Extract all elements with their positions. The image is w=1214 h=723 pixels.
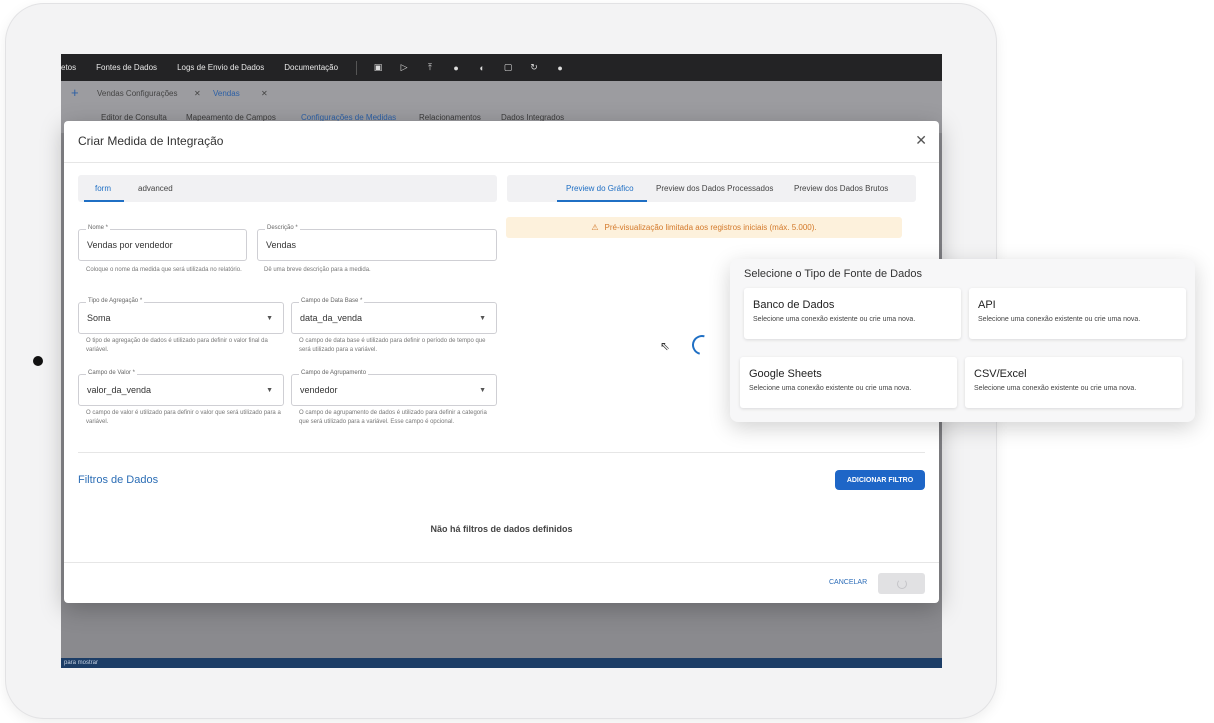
- datasource-panel-title: Selecione o Tipo de Fonte de Dados: [744, 268, 922, 280]
- close-icon[interactable]: ✕: [261, 89, 268, 98]
- divider: [64, 162, 939, 163]
- tablet-camera: [33, 356, 43, 366]
- loading-spinner: [688, 331, 716, 359]
- data-base-label: Campo de Data Base *: [299, 298, 365, 304]
- add-filter-button[interactable]: ADICIONAR FILTRO: [835, 470, 925, 490]
- loading-spinner: [896, 578, 907, 589]
- nav-item-documentacao[interactable]: Documentação: [274, 63, 348, 72]
- agregacao-label: Tipo de Agregação *: [86, 298, 145, 304]
- option-title: CSV/Excel: [974, 368, 1027, 380]
- save-icon[interactable]: ▣: [365, 62, 391, 73]
- warning-text: Pré-visualização limitada aos registros …: [604, 223, 817, 232]
- descricao-help: Dê uma breve descrição para a medida.: [264, 267, 371, 273]
- tab-vendas[interactable]: Vendas: [213, 89, 240, 98]
- datasource-option-google-sheets[interactable]: Google Sheets Selecione uma conexão exis…: [740, 357, 957, 408]
- bottom-status-bar: para mostrar: [61, 658, 942, 668]
- preview-warning-banner: ⚠ Pré-visualização limitada aos registro…: [506, 217, 902, 238]
- agregacao-help: O tipo de agregação de dados é utilizado…: [86, 338, 268, 353]
- agrupamento-label: Campo de Agrupamento: [299, 370, 369, 376]
- nome-help: Coloque o nome da medida que será utiliz…: [86, 267, 242, 273]
- option-description: Selecione uma conexão existente ou crie …: [974, 385, 1137, 392]
- descricao-value: Vendas: [266, 240, 297, 250]
- valor-value: valor_da_venda: [87, 385, 152, 395]
- datasource-option-api[interactable]: API Selecione uma conexão existente ou c…: [969, 288, 1186, 339]
- option-description: Selecione uma conexão existente ou crie …: [749, 385, 912, 392]
- form-tabs: form advanced: [78, 175, 497, 202]
- chat-icon[interactable]: ▢: [495, 62, 521, 73]
- dialog-title: Criar Medida de Integração: [78, 134, 224, 148]
- option-description: Selecione uma conexão existente ou crie …: [978, 316, 1141, 323]
- chevron-down-icon: ▼: [479, 387, 486, 394]
- datasource-option-csv-excel[interactable]: CSV/Excel Selecione uma conexão existent…: [965, 357, 1182, 408]
- descricao-label: Descrição *: [265, 225, 300, 231]
- data-base-help: O campo de data base é utilizado para de…: [299, 338, 486, 353]
- option-title: Google Sheets: [749, 368, 822, 380]
- data-base-select[interactable]: Campo de Data Base * data_da_venda ▼: [291, 298, 497, 334]
- contrast-icon[interactable]: ◐: [469, 63, 495, 73]
- save-button[interactable]: [878, 573, 925, 594]
- option-description: Selecione uma conexão existente ou crie …: [753, 316, 916, 323]
- chevron-down-icon: ▼: [266, 315, 273, 322]
- active-tab-indicator: [84, 200, 124, 202]
- nav-item-fontes-de-dados[interactable]: Fontes de Dados: [86, 63, 167, 72]
- no-filters-message: Não há filtros de dados definidos: [430, 524, 573, 534]
- divider: [78, 452, 925, 453]
- user-icon[interactable]: ●: [547, 63, 573, 73]
- close-icon[interactable]: ✕: [915, 132, 927, 149]
- nome-label: Nome *: [86, 225, 111, 231]
- close-icon[interactable]: ✕: [194, 89, 201, 98]
- agregacao-value: Soma: [87, 313, 111, 323]
- divider: [64, 562, 939, 563]
- chevron-down-icon: ▼: [479, 315, 486, 322]
- valor-select[interactable]: Campo de Valor * valor_da_venda ▼: [78, 370, 284, 406]
- toolbar-divider: [356, 60, 358, 75]
- tab-preview-grafico[interactable]: Preview do Gráfico: [566, 184, 634, 193]
- valor-help: O campo de valor é utilizado para defini…: [86, 410, 281, 425]
- data-base-value: data_da_venda: [300, 313, 363, 323]
- tab-preview-processados[interactable]: Preview dos Dados Processados: [656, 184, 773, 193]
- datasource-option-banco-de-dados[interactable]: Banco de Dados Selecione uma conexão exi…: [744, 288, 961, 339]
- agrupamento-select[interactable]: Campo de Agrupamento vendedor ▼: [291, 370, 497, 406]
- cancel-button[interactable]: CANCELAR: [829, 579, 867, 586]
- warning-icon: ⚠: [591, 223, 599, 232]
- agregacao-select[interactable]: Tipo de Agregação * Soma ▼: [78, 298, 284, 334]
- preview-tabs: Preview do Gráfico Preview dos Dados Pro…: [507, 175, 916, 202]
- chevron-down-icon: ▼: [266, 387, 273, 394]
- filters-section-title: Filtros de Dados: [78, 474, 159, 486]
- nav-item-logs[interactable]: Logs de Envio de Dados: [167, 63, 274, 72]
- datasource-type-panel: Selecione o Tipo de Fonte de Dados Banco…: [730, 259, 1195, 422]
- agrupamento-value: vendedor: [300, 385, 338, 395]
- mouse-cursor-icon: ⇖: [660, 339, 671, 353]
- tab-form[interactable]: form: [95, 184, 111, 193]
- option-title: Banco de Dados: [753, 299, 835, 311]
- tab-vendas-configuracoes[interactable]: Vendas Configurações: [97, 89, 178, 98]
- active-tab-indicator: [557, 200, 647, 202]
- top-navbar: etos Fontes de Dados Logs de Envio de Da…: [61, 54, 942, 81]
- nav-item-etos[interactable]: etos: [61, 63, 86, 72]
- upload-icon[interactable]: ⤒: [417, 62, 443, 73]
- add-tab-button[interactable]: +: [71, 85, 79, 100]
- nome-field[interactable]: Nome * Vendas por vendedor: [78, 225, 247, 261]
- tab-preview-brutos[interactable]: Preview dos Dados Brutos: [794, 184, 888, 193]
- option-title: API: [978, 299, 996, 311]
- descricao-field[interactable]: Descrição * Vendas: [257, 225, 497, 261]
- refresh-icon[interactable]: ↻: [521, 62, 547, 73]
- play-icon[interactable]: ▷: [391, 62, 417, 73]
- agrupamento-help: O campo de agrupamento de dados é utiliz…: [299, 410, 487, 425]
- valor-label: Campo de Valor *: [86, 370, 137, 376]
- tab-advanced[interactable]: advanced: [138, 184, 173, 193]
- nome-value: Vendas por vendedor: [87, 240, 173, 250]
- globe-icon[interactable]: ●: [443, 63, 469, 73]
